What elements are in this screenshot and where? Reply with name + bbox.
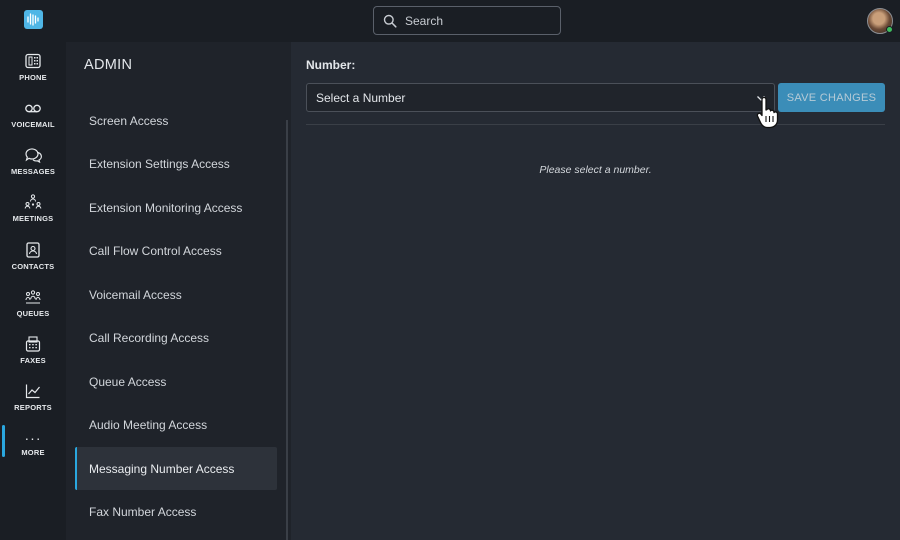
rail-label: MORE [21,448,45,457]
number-label: Number: [306,58,356,72]
rail-label: PHONE [19,73,47,82]
messages-icon [25,148,42,164]
admin-item-messaging-number-access[interactable]: Messaging Number Access [75,447,277,490]
rail-item-reports[interactable]: REPORTS [0,378,66,424]
admin-item-screen-access[interactable]: Screen Access [75,99,277,142]
main-content: Number: Select a Number SAVE CHANGES Ple… [291,42,900,540]
rail-item-queues[interactable]: QUEUES [0,284,66,330]
contacts-icon [26,242,40,258]
more-icon: ··· [24,430,42,446]
number-select-value: Select a Number [316,90,406,105]
reports-icon [25,384,40,399]
meetings-icon [24,194,42,209]
admin-item-call-recording-access[interactable]: Call Recording Access [75,316,277,359]
admin-item-queue-access[interactable]: Queue Access [75,360,277,403]
rail-label: QUEUES [16,309,50,318]
app-logo-icon[interactable] [24,10,43,29]
rail-label: FAXES [20,356,46,365]
voicemail-icon [25,104,41,113]
rail-label: VOICEMAIL [11,120,55,129]
rail-label: MESSAGES [10,167,56,176]
rail-item-faxes[interactable]: FAXES [0,331,66,377]
admin-title: ADMIN [84,57,133,73]
rail-item-more[interactable]: ··· MORE [0,425,66,471]
rail-label: CONTACTS [11,262,55,271]
number-select[interactable]: Select a Number [306,83,775,112]
top-bar: Search [66,0,900,42]
rail-label: MEETINGS [12,214,54,223]
rail-label: REPORTS [14,403,52,412]
queues-icon [25,290,41,304]
search-input[interactable]: Search [373,6,561,35]
rail-item-meetings[interactable]: MEETINGS [0,189,66,235]
rail-item-voicemail[interactable]: VOICEMAIL [0,95,66,141]
phone-icon [25,53,41,69]
admin-item-extension-monitoring-access[interactable]: Extension Monitoring Access [75,186,277,229]
admin-item-extension-settings-access[interactable]: Extension Settings Access [75,142,277,185]
divider [306,124,885,125]
admin-scrollbar[interactable] [286,120,288,540]
online-status-indicator [886,26,893,33]
admin-item-audio-meeting-access[interactable]: Audio Meeting Access [75,403,277,446]
left-nav-rail: PHONE VOICEMAIL MESSAGES MEETINGS CONTAC… [0,0,66,540]
chevron-down-icon [757,96,765,101]
save-changes-button[interactable]: SAVE CHANGES [778,83,885,112]
admin-item-fax-number-access[interactable]: Fax Number Access [75,490,277,533]
fax-icon [25,336,41,352]
admin-panel: ADMIN Screen Access Extension Settings A… [66,42,291,540]
search-placeholder: Search [405,13,444,28]
rail-item-messages[interactable]: MESSAGES [0,142,66,188]
rail-item-phone[interactable]: PHONE [0,48,66,94]
admin-item-voicemail-access[interactable]: Voicemail Access [75,273,277,316]
empty-state-message: Please select a number. [539,164,652,176]
admin-item-call-flow-control-access[interactable]: Call Flow Control Access [75,229,277,272]
search-icon [383,14,397,28]
rail-item-contacts[interactable]: CONTACTS [0,237,66,283]
